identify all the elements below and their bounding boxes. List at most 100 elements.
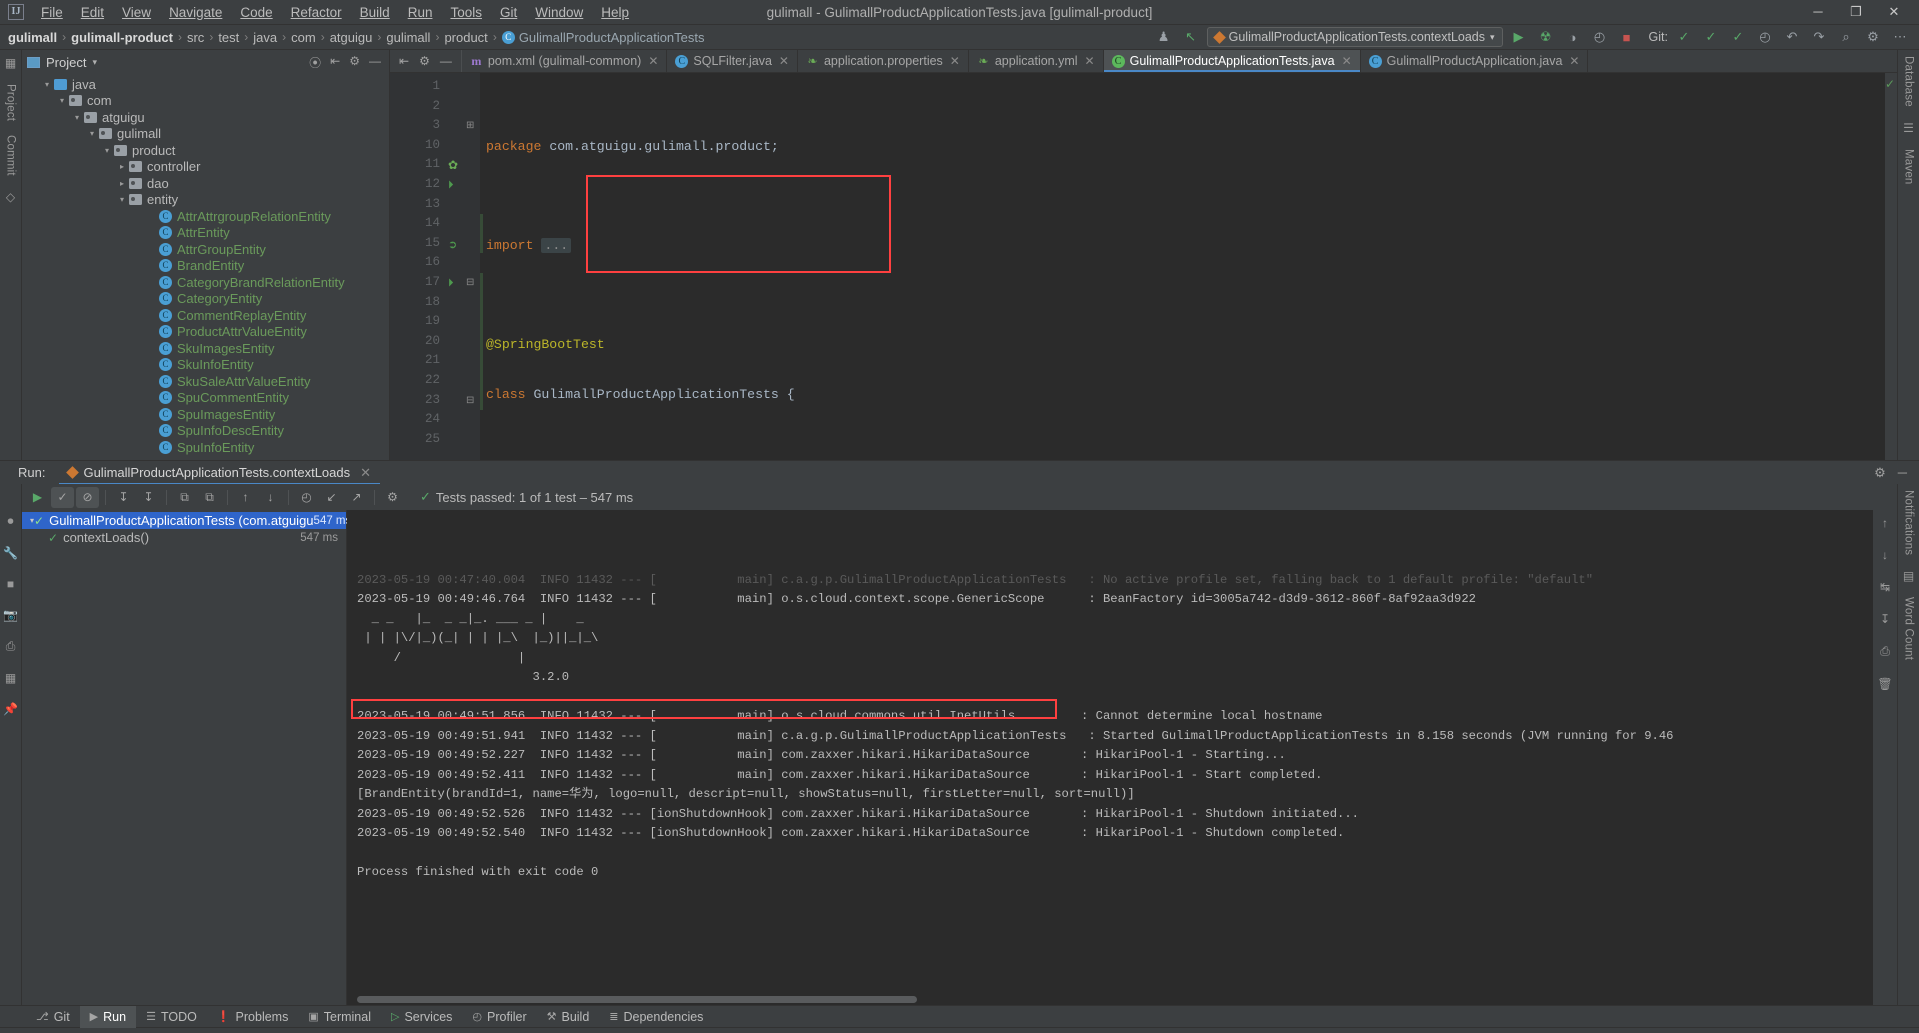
user-icon[interactable]: ♟ <box>1153 27 1175 47</box>
gear-icon[interactable]: ⚙ <box>1874 465 1886 481</box>
bottom-tool-build[interactable]: ⚒Build <box>537 1006 600 1028</box>
menu-run[interactable]: Run <box>399 2 442 23</box>
hide-panel-icon[interactable]: — <box>369 54 381 71</box>
project-file-tree[interactable]: ▾java▾com▾atguigu▾gulimall▾product▸contr… <box>22 74 389 460</box>
breadcrumb-src[interactable]: src <box>187 30 204 45</box>
scroll-to-end-icon[interactable]: ↧ <box>1880 612 1890 626</box>
tree-node-attrgroupentity[interactable]: ·CAttrGroupEntity <box>22 241 389 258</box>
breadcrumb-gulimall-product[interactable]: gulimall-product <box>71 30 173 45</box>
editor-tab-application[interactable]: ❧application.yml✕ <box>969 50 1104 72</box>
chevron-down-icon[interactable]: ▾ <box>42 80 52 89</box>
maximize-button[interactable]: ❐ <box>1837 0 1875 24</box>
test-settings-button[interactable]: ⚙ <box>381 487 404 508</box>
print-icon[interactable]: ⎙ <box>1880 644 1890 659</box>
wordcount-icon[interactable]: ▤ <box>1903 569 1914 583</box>
autowired-bean-icon[interactable]: ➲ <box>448 238 457 251</box>
run-with-coverage-button[interactable]: ◑ <box>1562 27 1584 47</box>
sort-by-duration-button[interactable]: ↧ <box>137 487 160 508</box>
import-tests-button[interactable]: ↙ <box>320 487 343 508</box>
menu-build[interactable]: Build <box>351 2 399 23</box>
test-history-button[interactable]: ◴ <box>295 487 318 508</box>
debug-button[interactable]: ☢ <box>1535 27 1557 47</box>
tree-node-gulimall[interactable]: ▾gulimall <box>22 126 389 143</box>
scroll-up-icon[interactable]: ↑ <box>1882 516 1888 530</box>
tree-node-com[interactable]: ▾com <box>22 93 389 110</box>
bottom-tool-terminal[interactable]: ▣Terminal <box>298 1006 381 1028</box>
run-button[interactable]: ▶ <box>1508 27 1530 47</box>
chevron-right-icon[interactable]: ▸ <box>117 162 127 171</box>
sort-icon[interactable]: ⇤ <box>399 54 409 68</box>
fold-icon[interactable]: ⊟ <box>466 395 474 406</box>
editor-tab-sqlfilter[interactable]: CSQLFilter.java✕ <box>667 50 798 72</box>
tree-node-skuimagesentity[interactable]: ·CSkuImagesEntity <box>22 340 389 357</box>
close-icon[interactable]: ✕ <box>950 54 960 68</box>
gutter-marks[interactable]: ⊞ ✿ ⏵ ➲ ⏵⊟ ⊟ <box>446 73 480 460</box>
wrench-icon[interactable]: 🔧 <box>3 546 18 560</box>
tree-node-categoryentity[interactable]: ·CCategoryEntity <box>22 291 389 308</box>
chevron-down-icon[interactable]: ▾ <box>92 57 97 68</box>
print-icon[interactable]: ⎙ <box>6 639 16 654</box>
maven-icon[interactable]: ☰ <box>1903 121 1914 135</box>
bottom-tool-profiler[interactable]: ◴Profiler <box>462 1006 536 1028</box>
window-controls[interactable]: ─ ❐ ✕ <box>1799 0 1919 24</box>
editor-tab-gulimallproductapplication[interactable]: CGulimallProductApplication.java✕ <box>1361 50 1589 72</box>
rerun-button[interactable]: ▶ <box>26 487 49 508</box>
close-icon[interactable]: ✕ <box>648 54 658 68</box>
rail-item-notifications[interactable]: Notifications <box>1903 490 1915 555</box>
rail-item-database[interactable]: Database <box>1903 56 1915 107</box>
menu-code[interactable]: Code <box>231 2 281 23</box>
back-arrow-icon[interactable]: ↖ <box>1180 27 1202 47</box>
breadcrumb-gulimall[interactable]: gulimall <box>8 30 57 45</box>
profiler-button[interactable]: ◴ <box>1589 27 1611 47</box>
collapsed-imports[interactable]: ... <box>541 238 571 253</box>
tree-node-product[interactable]: ▾product <box>22 142 389 159</box>
test-tree-row[interactable]: ▾✓GulimallProductApplicationTests (com.a… <box>22 512 346 529</box>
chevron-down-icon[interactable]: ▾ <box>87 129 97 138</box>
tree-node-skusaleattrvalueentity[interactable]: ·CSkuSaleAttrValueEntity <box>22 373 389 390</box>
tree-node-skuinfoentity[interactable]: ·CSkuInfoEntity <box>22 357 389 374</box>
menu-refactor[interactable]: Refactor <box>282 2 351 23</box>
minimize-button[interactable]: ─ <box>1799 0 1837 24</box>
sort-alphabetically-button[interactable]: ↧ <box>112 487 135 508</box>
rail-item-project[interactable]: Project <box>5 84 17 121</box>
debug-icon[interactable]: ⏺ <box>7 514 13 529</box>
history-icon[interactable]: ◴ <box>1754 27 1776 47</box>
git-update-icon[interactable]: ✓ <box>1673 27 1695 47</box>
soft-wrap-icon[interactable]: ↹ <box>1880 580 1890 594</box>
stop-button[interactable]: ■ <box>1616 27 1638 47</box>
run-configuration-selector[interactable]: GulimallProductApplicationTests.contextL… <box>1207 27 1503 47</box>
tree-node-productattrvalueentity[interactable]: ·CProductAttrValueEntity <box>22 324 389 341</box>
tree-node-atguigu[interactable]: ▾atguigu <box>22 109 389 126</box>
breadcrumb-atguigu[interactable]: atguigu <box>330 30 373 45</box>
breadcrumb-java[interactable]: java <box>253 30 277 45</box>
git-commit-icon[interactable]: ✓ <box>1700 27 1722 47</box>
previous-failed-test-button[interactable]: ↑ <box>234 487 257 508</box>
close-icon[interactable]: ✕ <box>1342 54 1352 68</box>
breadcrumb-com[interactable]: com <box>291 30 316 45</box>
tree-node-spucommententity[interactable]: ·CSpuCommentEntity <box>22 390 389 407</box>
run-class-icon[interactable]: ⏵ <box>448 179 454 192</box>
run-method-icon[interactable]: ⏵ <box>448 277 454 290</box>
gear-icon[interactable]: ⚙ <box>349 54 360 71</box>
console-horizontal-scrollbar[interactable] <box>347 993 1873 1005</box>
tree-node-spuinfodescentity[interactable]: ·CSpuInfoDescEntity <box>22 423 389 440</box>
redo-icon[interactable]: ↷ <box>1808 27 1830 47</box>
hide-editor-icon[interactable]: — <box>440 54 452 68</box>
stop-square-icon[interactable]: ■ <box>7 577 14 591</box>
chart-icon[interactable]: ▦ <box>5 671 16 685</box>
test-results-tree[interactable]: ▾✓GulimallProductApplicationTests (com.a… <box>22 510 347 1005</box>
export-tests-button[interactable]: ↗ <box>345 487 368 508</box>
menu-tools[interactable]: Tools <box>441 2 491 23</box>
close-icon[interactable]: ✕ <box>1085 54 1095 68</box>
chevron-down-icon[interactable]: ▾ <box>72 113 82 122</box>
search-icon[interactable]: ⌕ <box>1835 27 1857 47</box>
tree-node-entity[interactable]: ▾entity <box>22 192 389 209</box>
menu-view[interactable]: View <box>113 2 160 23</box>
bottom-tool-git[interactable]: ⎇Git <box>26 1006 80 1028</box>
bottom-tool-dependencies[interactable]: ≣Dependencies <box>599 1006 713 1028</box>
scroll-down-icon[interactable]: ↓ <box>1882 548 1888 562</box>
close-icon[interactable]: ✕ <box>360 465 371 481</box>
bottom-tool-run[interactable]: ▶Run <box>80 1006 136 1028</box>
gear-icon[interactable]: ⚙ <box>419 54 430 68</box>
bottom-tool-services[interactable]: ▷Services <box>381 1006 462 1028</box>
